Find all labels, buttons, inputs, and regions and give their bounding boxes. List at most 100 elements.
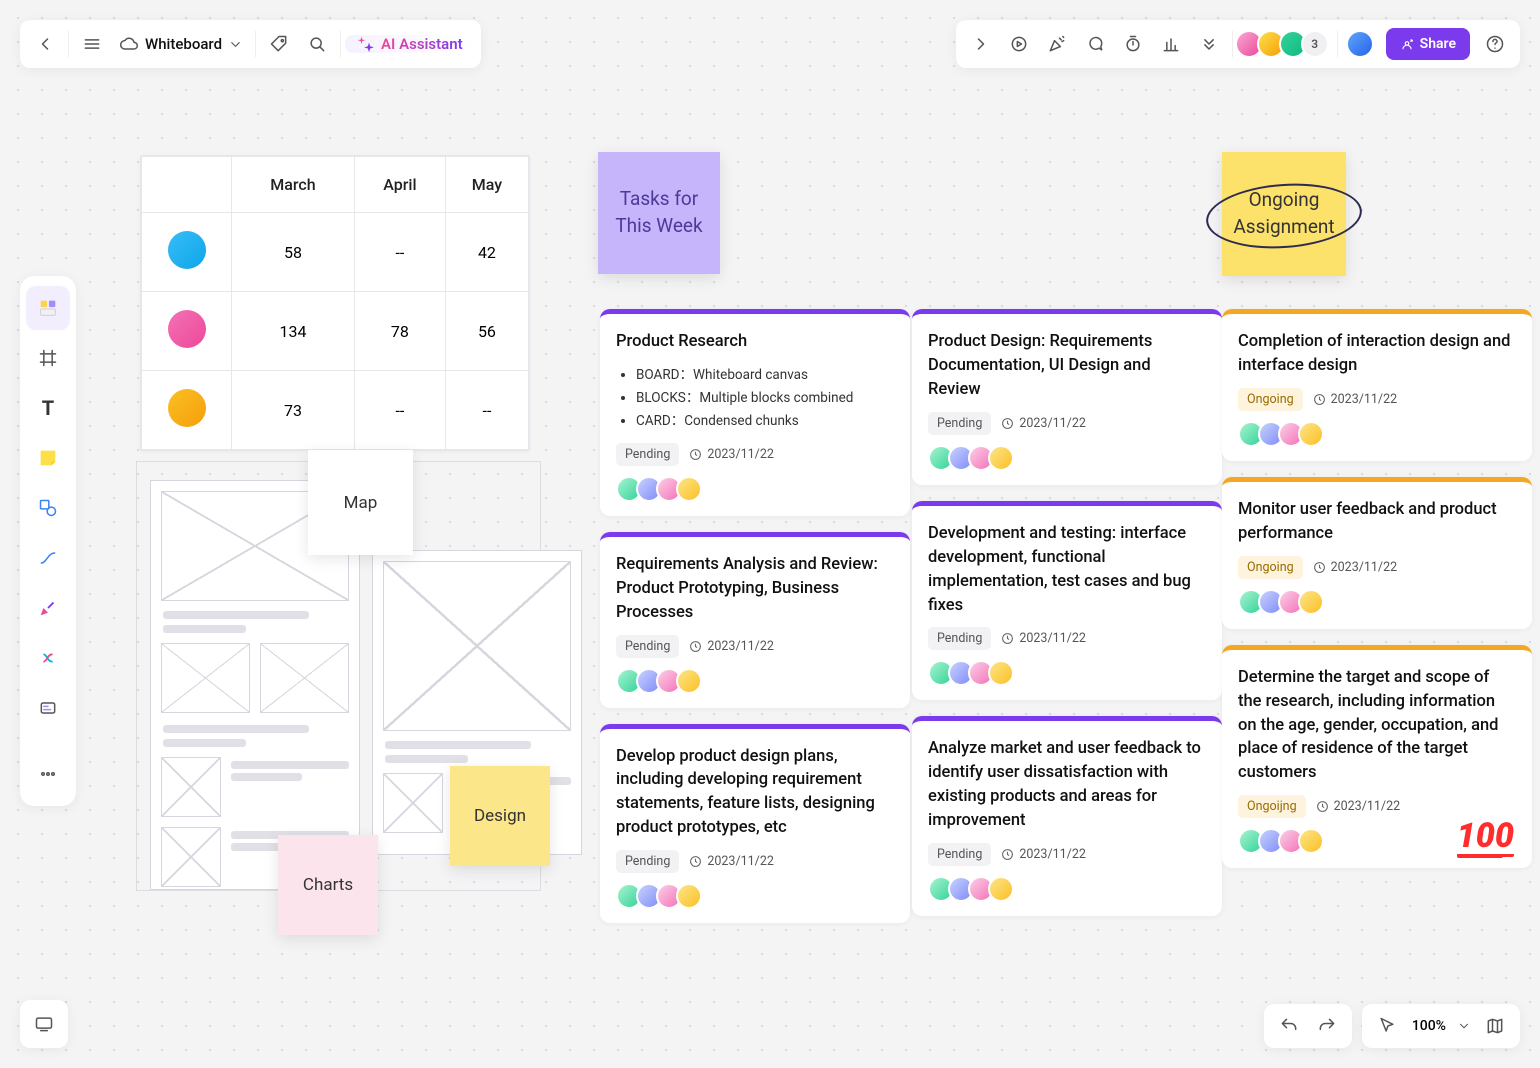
task-card[interactable]: Product Research BOARD：Whiteboard canvasB… <box>600 309 910 516</box>
table-row[interactable]: 73---- <box>142 371 529 450</box>
chevron-down-icon <box>1457 1016 1471 1036</box>
avatar <box>1298 589 1324 615</box>
table-cell: -- <box>354 371 445 450</box>
task-card[interactable]: Determine the target and scope of the re… <box>1222 645 1532 869</box>
sticky-label: Tasks for This Week <box>615 186 702 239</box>
table-cell: -- <box>354 213 445 292</box>
canvas[interactable]: MarchAprilMay 58--42134785673---- Map De… <box>0 0 1540 1068</box>
hundred-emoji: 100 <box>1457 816 1514 858</box>
avatar <box>168 231 206 269</box>
card-title: Development and testing: interface devel… <box>928 522 1206 618</box>
assignees <box>928 660 1206 686</box>
avatar <box>1298 421 1324 447</box>
status-tag: Pending <box>616 443 679 466</box>
status-tag: Ongoijng <box>1238 795 1306 818</box>
assignees <box>616 883 894 909</box>
due-date: 2023/11/22 <box>1001 631 1086 646</box>
card-title: Product Design: Requirements Documentati… <box>928 330 1206 402</box>
sticky-label: Map <box>344 493 378 513</box>
task-column-3: Completion of interaction design and int… <box>1222 309 1532 868</box>
bullet: BLOCKS：Multiple blocks combined <box>636 387 894 410</box>
avatar <box>676 668 702 694</box>
avatar <box>988 876 1014 902</box>
clock-icon <box>1316 800 1329 813</box>
card-title: Develop product design plans, including … <box>616 745 894 841</box>
status-tag: Ongoing <box>1238 388 1303 411</box>
table-cell: 42 <box>445 213 528 292</box>
assignees <box>928 445 1206 471</box>
map-icon <box>1485 1016 1505 1036</box>
undo-icon <box>1279 1016 1299 1036</box>
table-cell: 56 <box>445 292 528 371</box>
clock-icon <box>1313 561 1326 574</box>
zoom-level[interactable]: 100% <box>1406 1018 1452 1034</box>
card-title: Requirements Analysis and Review: Produc… <box>616 553 894 625</box>
bullet: BOARD：Whiteboard canvas <box>636 364 894 387</box>
table-row[interactable]: 58--42 <box>142 213 529 292</box>
task-card[interactable]: Develop product design plans, including … <box>600 724 910 924</box>
status-tag: Pending <box>928 627 991 650</box>
card-title: Completion of interaction design and int… <box>1238 330 1516 378</box>
task-card[interactable]: Development and testing: interface devel… <box>912 501 1222 701</box>
task-card[interactable]: Product Design: Requirements Documentati… <box>912 309 1222 485</box>
table-cell: -- <box>445 371 528 450</box>
minimap-button[interactable] <box>1476 1007 1514 1045</box>
undo-button[interactable] <box>1270 1007 1308 1045</box>
assignees <box>1238 421 1516 447</box>
sticky-label: Charts <box>303 875 353 895</box>
task-card[interactable]: Requirements Analysis and Review: Produc… <box>600 532 910 708</box>
zoom-menu-button[interactable] <box>1452 1007 1476 1045</box>
assignees <box>928 876 1206 902</box>
slides-panel-button[interactable] <box>20 1000 68 1048</box>
table-cell: 73 <box>232 371 355 450</box>
due-date: 2023/11/22 <box>1001 847 1086 862</box>
due-date: 2023/11/22 <box>689 447 774 462</box>
sticky-tasks-header[interactable]: Tasks for This Week <box>598 152 720 274</box>
avatar <box>988 660 1014 686</box>
table-header: May <box>445 157 528 213</box>
row-avatar-cell <box>142 371 232 450</box>
due-date: 2023/11/22 <box>1001 416 1086 431</box>
due-date: 2023/11/22 <box>689 639 774 654</box>
avatar <box>1298 828 1324 854</box>
clock-icon <box>1313 393 1326 406</box>
due-date: 2023/11/22 <box>1316 799 1401 814</box>
view-controls: 100% <box>1264 1004 1520 1048</box>
task-column-1: Product Research BOARD：Whiteboard canvasB… <box>600 309 910 923</box>
due-date: 2023/11/22 <box>1313 392 1398 407</box>
table-cell: 134 <box>232 292 355 371</box>
due-date: 2023/11/22 <box>689 854 774 869</box>
card-title: Product Research <box>616 330 894 354</box>
task-card[interactable]: Completion of interaction design and int… <box>1222 309 1532 461</box>
clock-icon <box>1001 848 1014 861</box>
sticky-charts[interactable]: Charts <box>278 835 378 935</box>
due-date: 2023/11/22 <box>1313 560 1398 575</box>
task-card[interactable]: Monitor user feedback and product perfor… <box>1222 477 1532 629</box>
cursor-icon <box>1377 1016 1397 1036</box>
table-header: April <box>354 157 445 213</box>
data-table[interactable]: MarchAprilMay 58--42134785673---- <box>140 155 530 451</box>
status-tag: Ongoing <box>1238 556 1303 579</box>
table-cell: 58 <box>232 213 355 292</box>
avatar <box>676 476 702 502</box>
redo-button[interactable] <box>1308 1007 1346 1045</box>
table-row[interactable]: 1347856 <box>142 292 529 371</box>
clock-icon <box>1001 632 1014 645</box>
status-tag: Pending <box>928 412 991 435</box>
cursor-mode-button[interactable] <box>1368 1007 1406 1045</box>
card-title: Analyze market and user feedback to iden… <box>928 737 1206 833</box>
status-tag: Pending <box>928 843 991 866</box>
status-tag: Pending <box>616 635 679 658</box>
table-cell: 78 <box>354 292 445 371</box>
task-card[interactable]: Analyze market and user feedback to iden… <box>912 716 1222 916</box>
card-bullets: BOARD：Whiteboard canvasBLOCKS：Multiple b… <box>616 364 894 433</box>
bullet: CARD：Condensed chunks <box>636 410 894 433</box>
clock-icon <box>689 855 702 868</box>
sticky-design[interactable]: Design <box>450 766 550 866</box>
clock-icon <box>689 640 702 653</box>
table-header: March <box>232 157 355 213</box>
card-title: Determine the target and scope of the re… <box>1238 666 1516 786</box>
sticky-map[interactable]: Map <box>308 450 413 555</box>
table-header <box>142 157 232 213</box>
avatar <box>168 310 206 348</box>
